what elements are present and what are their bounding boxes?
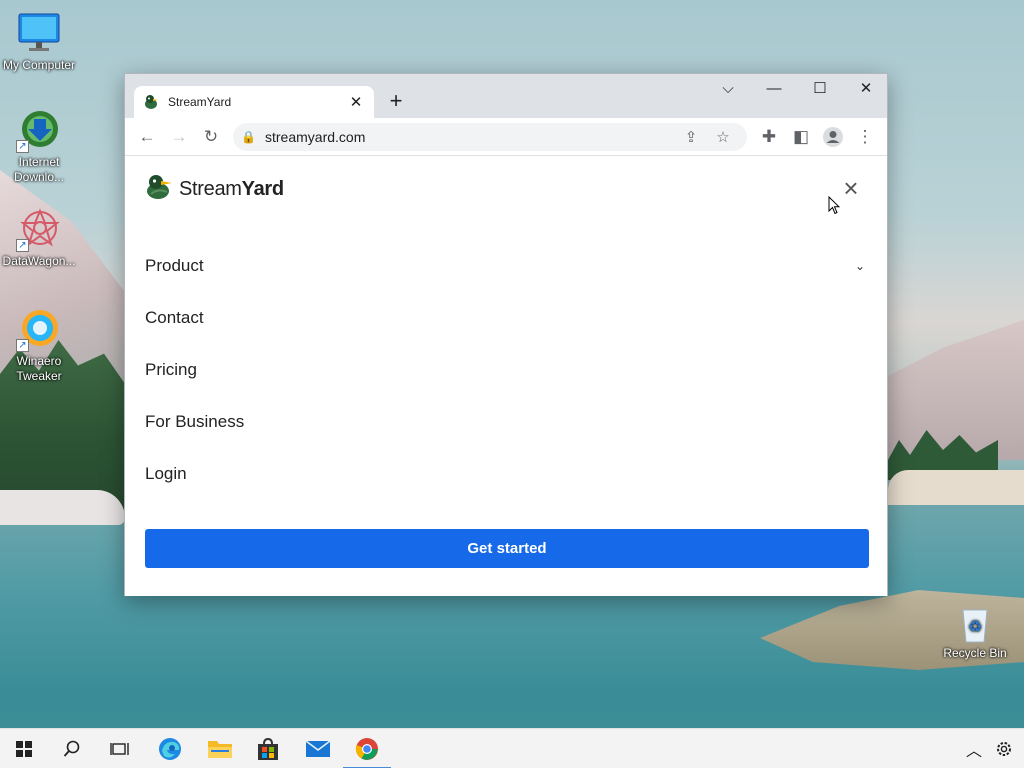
menu-item-label: Product — [145, 256, 204, 275]
datawagon-icon: ↗ — [16, 206, 62, 252]
profile-avatar-icon[interactable] — [817, 121, 849, 153]
download-manager-icon: ↗ — [16, 107, 62, 153]
desktop-icon-label: DataWagon... — [2, 254, 76, 268]
desktop-icon-internet-download-manager[interactable]: ↗ Internet Downlo... — [0, 107, 78, 185]
browser-window: StreamYard ✕ + ⌵ — ☐ ✕ ← → ↻ 🔒 streamyar… — [124, 73, 888, 596]
desktop-icon-label: Recycle Bin — [943, 646, 1007, 660]
tab-close-icon[interactable]: ✕ — [348, 93, 364, 111]
store-icon[interactable] — [244, 729, 292, 768]
chrome-icon[interactable] — [343, 729, 391, 768]
logo-word-yard: Yard — [241, 178, 284, 200]
shortcut-arrow-icon: ↗ — [16, 339, 29, 352]
desktop-icon-label: Winaero Tweaker — [16, 354, 62, 383]
file-explorer-icon[interactable] — [196, 729, 244, 768]
address-url[interactable]: streamyard.com — [259, 129, 675, 145]
chevron-down-icon[interactable]: ⌄ — [855, 259, 869, 273]
monitor-icon — [16, 10, 62, 56]
desktop-icon-my-computer[interactable]: My Computer — [0, 10, 78, 73]
extensions-puzzle-icon[interactable]: ✚ — [753, 121, 785, 153]
page-content: Stream Yard × Product ⌄ Contact Pricing F… — [125, 156, 887, 596]
chevron-down-icon[interactable]: ⌵ — [705, 74, 751, 104]
side-panel-icon[interactable]: ◧ — [785, 121, 817, 153]
desktop-icon-label: My Computer — [2, 58, 76, 72]
streamyard-duck-icon — [145, 174, 175, 205]
menu-item-product[interactable]: Product ⌄ — [145, 240, 869, 292]
desktop-icon-datawagon[interactable]: ↗ DataWagon... — [0, 206, 78, 269]
svg-text:♻: ♻ — [968, 617, 982, 636]
menu-item-contact[interactable]: Contact — [145, 292, 869, 344]
get-started-button[interactable]: Get started — [145, 529, 869, 568]
window-close-icon[interactable]: ✕ — [843, 74, 889, 104]
share-icon[interactable]: ⇪ — [675, 128, 707, 146]
menu-item-label: Contact — [145, 308, 204, 327]
new-tab-button[interactable]: + — [384, 90, 408, 114]
nav-menu: Product ⌄ Contact Pricing For Business L… — [145, 240, 869, 500]
edge-icon[interactable] — [146, 729, 194, 768]
recycle-bin-icon: ♻ — [955, 604, 995, 644]
reload-icon[interactable]: ↻ — [195, 121, 227, 153]
winaero-tweaker-icon: ↗ — [16, 306, 62, 352]
maximize-icon[interactable]: ☐ — [797, 74, 843, 104]
address-bar[interactable]: 🔒 streamyard.com ⇪ ☆ — [233, 122, 747, 151]
mail-icon[interactable] — [294, 729, 342, 768]
mouse-cursor-icon — [828, 196, 840, 215]
menu-item-for-business[interactable]: For Business — [145, 396, 869, 448]
start-icon[interactable] — [0, 729, 48, 768]
menu-item-label: Pricing — [145, 360, 197, 379]
taskbar: ︿ — [0, 728, 1024, 768]
tab-title: StreamYard — [168, 95, 232, 109]
streamyard-logo[interactable]: Stream Yard — [145, 174, 284, 205]
tab-streamyard[interactable]: StreamYard ✕ — [134, 86, 374, 118]
desktop-icon-winaero-tweaker[interactable]: ↗ Winaero Tweaker — [0, 306, 78, 384]
scenery-sand-right — [888, 470, 1024, 505]
lock-icon: 🔒 — [241, 129, 256, 144]
shortcut-arrow-icon: ↗ — [16, 239, 29, 252]
back-arrow-icon[interactable]: ← — [131, 121, 163, 153]
menu-item-login[interactable]: Login — [145, 448, 869, 500]
desktop-icon-label: Internet Downlo... — [13, 155, 65, 184]
streamyard-duck-icon — [144, 94, 160, 110]
menu-item-pricing[interactable]: Pricing — [145, 344, 869, 396]
more-menu-icon[interactable]: ⋮ — [849, 121, 881, 153]
forward-arrow-icon[interactable]: → — [163, 121, 195, 153]
menu-item-label: For Business — [145, 412, 245, 431]
task-view-icon[interactable] — [96, 729, 144, 768]
minimize-icon[interactable]: — — [751, 74, 797, 104]
desktop-icon-recycle-bin[interactable]: ♻ Recycle Bin — [936, 604, 1014, 661]
menu-close-icon[interactable]: × — [839, 175, 863, 201]
settings-icon[interactable] — [984, 729, 1024, 768]
bookmark-star-icon[interactable]: ☆ — [707, 128, 739, 146]
shortcut-arrow-icon: ↗ — [16, 140, 29, 153]
tab-strip: StreamYard ✕ + ⌵ — ☐ ✕ — [125, 74, 887, 118]
logo-word-stream: Stream — [179, 178, 242, 200]
search-icon[interactable] — [48, 729, 96, 768]
scenery-snow-left — [0, 490, 125, 525]
menu-item-label: Login — [145, 464, 187, 483]
browser-toolbar: ← → ↻ 🔒 streamyard.com ⇪ ☆ ✚ ◧ ⋮ — [125, 118, 887, 156]
